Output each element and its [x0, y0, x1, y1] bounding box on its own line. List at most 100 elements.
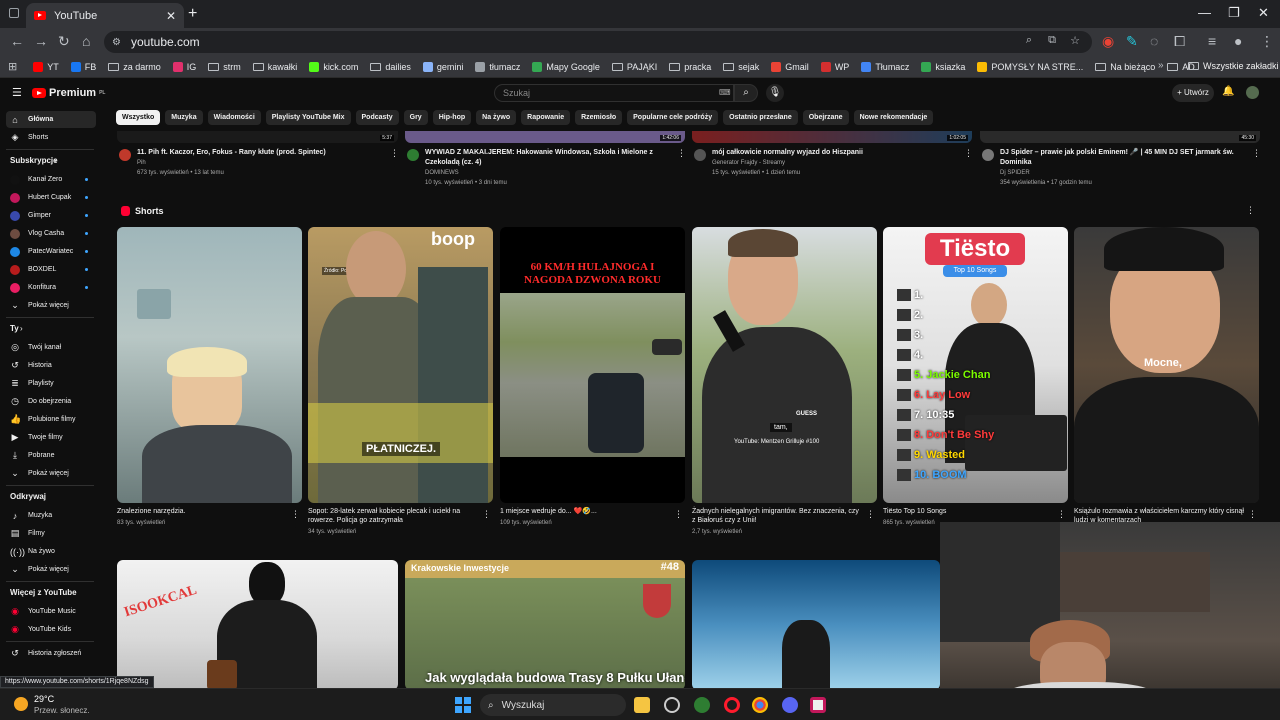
chip-1[interactable]: Muzyka — [165, 110, 203, 125]
streaming-app-icon[interactable] — [810, 697, 826, 713]
channel-avatar[interactable] — [407, 149, 419, 161]
voice-search-button[interactable]: 🎙 — [766, 84, 784, 102]
chip-12[interactable]: Obejrzane — [802, 110, 849, 125]
install-icon[interactable]: ⧉ — [1048, 34, 1056, 47]
bookmark-item[interactable]: za darmo — [102, 62, 167, 72]
taskbar-search[interactable]: ⌕ Wyszukaj — [480, 694, 626, 716]
site-info-icon[interactable]: ⚙ — [112, 37, 121, 48]
bookmark-item[interactable]: Tłumacz — [855, 61, 915, 72]
sidebar-section-heading[interactable]: Ty — [10, 324, 19, 333]
sidebar-sub-4[interactable]: PatecWariatec — [6, 243, 96, 260]
short-menu-icon[interactable]: ⋮ — [1248, 509, 1257, 520]
short-title[interactable]: Znalezione narzędzia. — [117, 507, 287, 516]
maximize-button[interactable]: ❐ — [1228, 5, 1240, 21]
bookmark-item[interactable]: POMYSŁY NA STRE... — [971, 61, 1089, 72]
bookmark-item[interactable]: strm — [202, 62, 247, 72]
channel-name[interactable]: Pih — [137, 158, 146, 168]
reading-list-icon[interactable]: ≡ — [1208, 33, 1216, 49]
search-button[interactable]: ⌕ — [734, 84, 758, 102]
minimize-button[interactable]: — — [1198, 5, 1211, 20]
chip-2[interactable]: Wiadomości — [207, 110, 261, 125]
bookmark-item[interactable]: dailies — [364, 62, 417, 72]
shield-app-icon[interactable] — [694, 697, 710, 713]
address-bar[interactable]: ⚙ youtube.com ⌕ ⧉ ☆ — [104, 31, 1092, 53]
chip-7[interactable]: Na żywo — [476, 110, 517, 125]
hamburger-menu-icon[interactable]: ☰ — [12, 86, 22, 99]
tab-youtube[interactable]: YouTube ✕ — [26, 3, 184, 28]
extension-2-icon[interactable]: ◌ — [1150, 33, 1158, 49]
reload-icon[interactable]: ↻ — [58, 33, 70, 50]
profile-avatar-icon[interactable]: ● — [1234, 33, 1242, 49]
sidebar-you-7[interactable]: ⌄ Pokaż więcej — [6, 465, 96, 482]
short-card-2[interactable]: Źródło: Policja Pomorska boop PŁATNICZEJ… — [308, 227, 493, 503]
chip-8[interactable]: Rapowanie — [521, 110, 571, 125]
home-browser-icon[interactable]: ⌂ — [82, 33, 90, 49]
chrome-icon[interactable] — [752, 697, 768, 713]
short-menu-icon[interactable]: ⋮ — [674, 509, 683, 520]
chip-13[interactable]: Nowe rekomendacje — [853, 110, 934, 125]
sidebar-you-0[interactable]: ◎ Twój kanał — [6, 339, 96, 356]
all-bookmarks[interactable]: Wszystkie zakładki — [1188, 61, 1279, 71]
short-menu-icon[interactable]: ⋮ — [291, 509, 300, 520]
video-menu-icon[interactable]: ⋮ — [390, 148, 399, 159]
chip-0[interactable]: Wszystko — [116, 110, 161, 125]
opera-icon[interactable] — [724, 697, 740, 713]
keyboard-icon[interactable]: ⌨ — [719, 88, 731, 97]
video-title[interactable]: 11. Pih ft. Kaczor, Ero, Fokus - Rany kł… — [137, 148, 378, 158]
channel-name[interactable]: Generator Frajdy - Streamy — [712, 158, 785, 168]
sidebar-you-4[interactable]: 👍 Polubione filmy — [6, 411, 96, 428]
video-card-bottom-2[interactable]: Krakowskie Inwestycje #48 Jak wyglądała … — [405, 560, 685, 690]
close-tab-icon[interactable]: ✕ — [166, 9, 176, 23]
forward-icon[interactable]: → — [34, 33, 48, 49]
sidebar-you-1[interactable]: ↺ Historia — [6, 357, 96, 374]
sidebar-explore-2[interactable]: ((·)) Na żywo — [6, 543, 96, 560]
zoom-icon[interactable]: ⌕ — [1026, 34, 1032, 47]
bookmark-item[interactable]: FB — [65, 61, 103, 72]
video-title[interactable]: WYWIAD Z MAKAI.JEREM: Hakowanie Windowsa… — [425, 148, 665, 168]
back-icon[interactable]: ← — [10, 33, 24, 49]
video-thumbnail[interactable]: 1:02:05 — [692, 131, 972, 143]
sidebar-sub-3[interactable]: Vlog Casha — [6, 225, 96, 242]
video-thumbnail[interactable]: 5:37 — [117, 131, 398, 143]
short-title[interactable]: Tiësto Top 10 Songs — [883, 507, 1053, 516]
short-card-5[interactable]: Tiësto Top 10 Songs 1. 2. 3. 4. 5. Jackie Ch… — [883, 227, 1068, 503]
windows-start-icon[interactable] — [455, 697, 471, 713]
channel-name[interactable]: Dj SPIDER — [1000, 168, 1030, 178]
sidebar-report-history[interactable]: ↺ Historia zgłoszeń — [6, 645, 96, 662]
channel-avatar[interactable] — [694, 149, 706, 161]
channel-name[interactable]: DOMINEWS — [425, 168, 459, 178]
video-menu-icon[interactable]: ⋮ — [1252, 148, 1261, 159]
discord-icon[interactable] — [782, 697, 798, 713]
short-card-3[interactable]: 60 KM/H HULAJNOGA I NAGODA DZWONA ROKU — [500, 227, 685, 503]
sidebar-section-heading[interactable]: Więcej z YouTube — [10, 588, 77, 597]
bookmark-item[interactable]: Mapy Google — [526, 61, 606, 72]
sidebar-sub-2[interactable]: Gimper — [6, 207, 96, 224]
video-card-bottom-3[interactable] — [692, 560, 940, 690]
chip-6[interactable]: Hip-hop — [432, 110, 472, 125]
short-card-4[interactable]: GUESS tam, YouTube: Mentzen Grilluje #10… — [692, 227, 877, 503]
sidebar-more-0[interactable]: ◉ YouTube Music — [6, 603, 96, 620]
account-avatar[interactable] — [1246, 86, 1259, 99]
sidebar-sub-0[interactable]: Kanał Zero — [6, 171, 96, 188]
short-title[interactable]: Żadnych nielegalnych imigrantów. Bez zna… — [692, 507, 862, 525]
extensions-puzzle-icon[interactable]: ⧠ — [1174, 33, 1185, 50]
short-menu-icon[interactable]: ⋮ — [1057, 509, 1066, 520]
chip-3[interactable]: Playlisty YouTube Mix — [265, 110, 351, 125]
video-title[interactable]: DJ Spider – prawie jak polski Eminem! 🎤 … — [1000, 148, 1240, 168]
more-bookmarks-icon[interactable]: » — [1158, 60, 1164, 71]
bookmark-item[interactable]: WP — [815, 61, 856, 72]
apps-grid-icon[interactable]: ⊞ — [8, 60, 17, 73]
sidebar-sub-1[interactable]: Hubert Cupak — [6, 189, 96, 206]
record-extension-icon[interactable]: ◉ — [1102, 33, 1114, 50]
sidebar-explore-1[interactable]: ▤ Filmy — [6, 525, 96, 542]
channel-avatar[interactable] — [982, 149, 994, 161]
sidebar-you-6[interactable]: ⤓ Pobrane — [6, 447, 96, 464]
short-title[interactable]: 1 miejsce wedruje do... ❤️🤣... — [500, 507, 670, 516]
browser-menu-icon[interactable]: ⋮ — [1260, 33, 1274, 50]
bookmark-item[interactable]: PAJĄKI — [606, 62, 663, 72]
chip-4[interactable]: Podcasty — [355, 110, 399, 125]
search-input[interactable]: Szukaj — [494, 84, 734, 102]
sidebar-section-heading[interactable]: Odkrywaj — [10, 492, 46, 501]
bookmark-item[interactable]: Gmail — [765, 61, 815, 72]
bookmark-item[interactable]: ksiazka — [915, 61, 971, 72]
